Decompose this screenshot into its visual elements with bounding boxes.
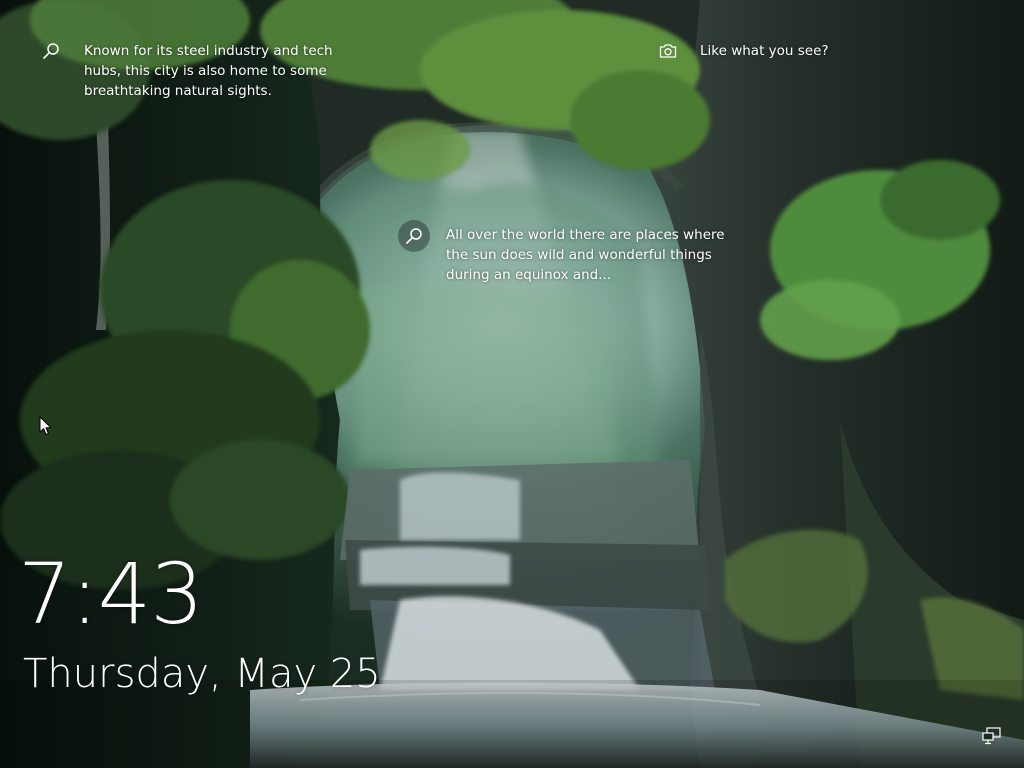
clock-time: 7:43 <box>18 545 204 643</box>
search-icon <box>398 220 430 252</box>
clock-date: Thursday, May 25 <box>23 651 381 697</box>
spotlight-hotspot-center-text: All over the world there are places wher… <box>446 227 725 283</box>
like-what-you-see-text: Like what you see? <box>700 43 829 59</box>
spotlight-hotspot-center[interactable]: All over the world there are places wher… <box>398 220 728 285</box>
spotlight-hotspot-top-text: Known for its steel industry and tech hu… <box>84 43 333 99</box>
camera-icon <box>658 41 678 61</box>
lock-screen[interactable]: Known for its steel industry and tech hu… <box>0 0 1024 768</box>
spotlight-hotspot-top[interactable]: Known for its steel industry and tech hu… <box>40 41 340 101</box>
mouse-pointer-icon <box>39 416 53 436</box>
like-what-you-see-link[interactable]: Like what you see? <box>658 41 829 61</box>
network-wired-icon[interactable] <box>982 727 1002 745</box>
search-icon <box>40 40 62 62</box>
